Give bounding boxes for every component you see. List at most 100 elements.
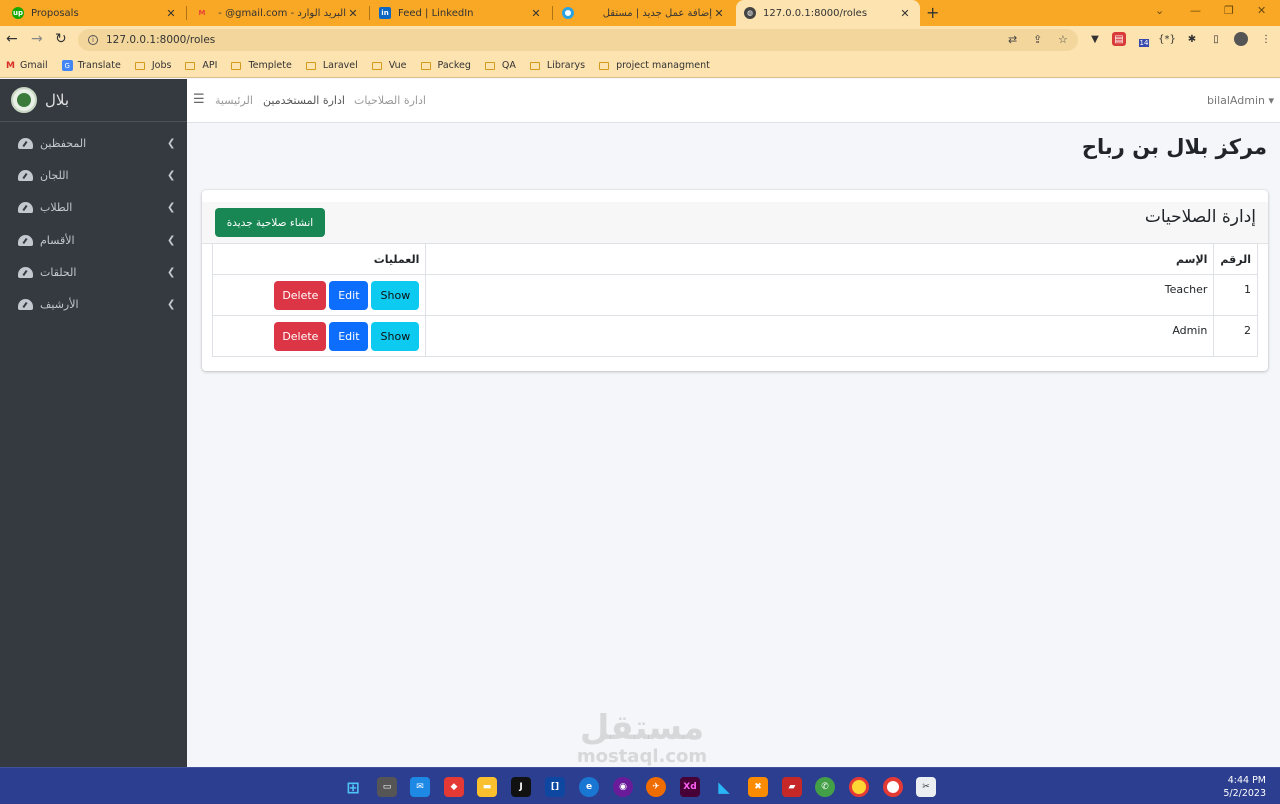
site-info-icon[interactable]: i xyxy=(88,35,98,45)
opera-icon[interactable] xyxy=(883,777,903,797)
translate-icon[interactable]: ⇄ xyxy=(1008,33,1017,46)
jetbrains-icon[interactable]: J xyxy=(511,777,531,797)
sidebar-item-students[interactable]: الطلاب ❮ xyxy=(0,191,187,223)
anydesk-icon[interactable]: ◆ xyxy=(444,777,464,797)
mail-icon[interactable]: ✉ xyxy=(410,777,430,797)
bookmark-gmail[interactable]: M Gmail xyxy=(6,60,48,71)
tab-proposals[interactable]: up Proposals ✕ xyxy=(4,0,186,26)
delete-button[interactable]: Delete xyxy=(274,322,327,351)
extension-v-icon[interactable]: ▼ xyxy=(1088,32,1102,46)
extensions-puzzle-icon[interactable]: ✱ xyxy=(1185,32,1199,46)
windows-start-icon[interactable]: ⊞ xyxy=(343,777,363,797)
github-icon[interactable]: ◉ xyxy=(613,777,633,797)
bookmark-project-managment[interactable]: project managment xyxy=(599,60,710,71)
share-icon[interactable]: ⇪ xyxy=(1033,33,1042,46)
task-view-icon[interactable]: ▭ xyxy=(377,777,397,797)
close-tab-icon[interactable]: ✕ xyxy=(712,7,726,20)
column-header-operations: العمليات xyxy=(211,243,427,275)
sidebar-item-label: الحلقات xyxy=(40,265,77,279)
folder-icon xyxy=(134,61,145,70)
tab-mostaql[interactable]: إضافة عمل جديد | مستقل ✕ xyxy=(554,0,734,26)
create-role-button[interactable]: انشاء صلاحية جديدة xyxy=(215,208,325,237)
adobe-xd-icon[interactable]: Xd xyxy=(680,777,700,797)
edit-button[interactable]: Edit xyxy=(329,322,369,351)
close-window-icon[interactable]: ✕ xyxy=(1257,4,1266,17)
minimize-icon[interactable]: — xyxy=(1190,4,1201,17)
role-name-cell: Teacher xyxy=(425,274,1215,316)
bookmark-laravel[interactable]: Laravel xyxy=(305,60,358,71)
back-icon[interactable]: ← xyxy=(6,31,18,47)
sidebar-item-departments[interactable]: الأقسام ❮ xyxy=(0,224,187,256)
show-button[interactable]: Show xyxy=(371,322,420,351)
new-tab-button[interactable]: + xyxy=(926,3,939,22)
bookmark-vue[interactable]: Vue xyxy=(371,60,407,71)
bookmark-label: Translate xyxy=(77,60,121,71)
address-bar[interactable]: i 127.0.0.1:8000/roles xyxy=(78,29,1078,51)
bookmark-star-icon[interactable]: ☆ xyxy=(1058,33,1068,46)
bookmark-templete[interactable]: Templete xyxy=(231,60,292,71)
bookmark-packeg[interactable]: Packeg xyxy=(420,60,471,71)
close-tab-icon[interactable]: ✕ xyxy=(529,7,543,20)
dashboard-gauge-icon xyxy=(18,298,33,310)
extension-code-icon[interactable]: {*} xyxy=(1158,32,1176,46)
profile-avatar[interactable] xyxy=(1234,32,1248,46)
xampp-icon[interactable]: ✖ xyxy=(748,777,768,797)
sidebar-item-memorizers[interactable]: المحفظين ❮ xyxy=(0,127,187,159)
forward-icon[interactable]: → xyxy=(31,31,43,47)
side-panel-icon[interactable]: ▯ xyxy=(1209,32,1223,46)
snipping-tool-icon[interactable]: ✂ xyxy=(916,777,936,797)
bookmark-translate[interactable]: G Translate xyxy=(61,60,121,71)
bookmark-api[interactable]: API xyxy=(185,60,217,71)
tab-roles-active[interactable]: ◍ 127.0.0.1:8000/roles ✕ xyxy=(736,0,920,26)
vscode-icon[interactable]: ◣ xyxy=(714,777,734,797)
browser-blue-icon[interactable]: e xyxy=(579,777,599,797)
reload-icon[interactable]: ↻ xyxy=(55,31,67,47)
extension-red-icon[interactable]: ▤ xyxy=(1112,32,1126,46)
sidebar-item-label: المحفظين xyxy=(40,136,87,150)
role-number-cell: 2 xyxy=(1213,315,1258,357)
folder-icon xyxy=(599,61,610,70)
brand-link[interactable]: بلال xyxy=(0,79,187,122)
whatsapp-icon[interactable]: ✆ xyxy=(815,777,835,797)
sidebar-item-archive[interactable]: الأرشيف ❮ xyxy=(0,288,187,320)
delete-button[interactable]: Delete xyxy=(274,281,327,310)
table-row: Delete Edit Show Admin 2 xyxy=(211,315,1258,357)
bookmark-librarys[interactable]: Librarys xyxy=(529,60,585,71)
table-row: Delete Edit Show Teacher 1 xyxy=(211,274,1258,316)
close-tab-icon[interactable]: ✕ xyxy=(346,7,360,20)
card-header: إدارة الصلاحيات انشاء صلاحية جديدة xyxy=(202,202,1268,244)
nav-link-roles[interactable]: ادارة الصلاحيات xyxy=(354,94,426,107)
menu-kebab-icon[interactable]: ⋮ xyxy=(1259,32,1273,46)
app-bracket-icon[interactable]: [] xyxy=(545,777,565,797)
chrome-icon[interactable] xyxy=(849,777,869,797)
windows-taskbar: ⊞ ▭ ✉ ◆ ▬ J [] e ◉ ✈ Xd ◣ ✖ ▰ ✆ ✂ 4:44 P… xyxy=(0,767,1280,804)
chevron-left-icon: ❮ xyxy=(167,169,176,181)
bookmark-jobs[interactable]: Jobs xyxy=(134,60,171,71)
postman-icon[interactable]: ✈ xyxy=(646,777,666,797)
close-tab-icon[interactable]: ✕ xyxy=(164,7,178,20)
show-button[interactable]: Show xyxy=(371,281,420,310)
extension-badge-icon[interactable]: 14 xyxy=(1137,32,1151,47)
chevron-left-icon: ❮ xyxy=(167,201,176,213)
hamburger-menu-icon[interactable]: ☰ xyxy=(193,92,205,107)
maximize-icon[interactable]: ❐ xyxy=(1224,4,1234,17)
edit-button[interactable]: Edit xyxy=(329,281,369,310)
sidebar-item-committees[interactable]: اللجان ❮ xyxy=(0,159,187,191)
nav-link-users[interactable]: ادارة المستخدمين xyxy=(263,94,345,107)
tab-linkedin[interactable]: in Feed | LinkedIn ✕ xyxy=(371,0,551,26)
bookmarks-bar: M Gmail G Translate Jobs API Templete Lara… xyxy=(0,54,1280,78)
mysql-icon[interactable]: ▰ xyxy=(782,777,802,797)
clock-date: 5/2/2023 xyxy=(1223,788,1266,799)
system-clock[interactable]: 4:44 PM 5/2/2023 xyxy=(1223,774,1266,800)
browser-toolbar: ← → ↻ i 127.0.0.1:8000/roles ⇄ ⇪ ☆ ▼ ▤ 1… xyxy=(0,26,1280,54)
close-tab-icon[interactable]: ✕ xyxy=(898,7,912,20)
tab-search-icon[interactable]: ⌄ xyxy=(1155,4,1164,17)
nav-link-home[interactable]: الرئيسية xyxy=(215,94,253,107)
folder-icon xyxy=(529,61,540,70)
file-explorer-icon[interactable]: ▬ xyxy=(477,777,497,797)
bookmark-qa[interactable]: QA xyxy=(484,60,516,71)
gmail-icon: M xyxy=(6,60,15,71)
tab-gmail[interactable]: M البريد الوارد - Gmail - @gmail.com ✕ xyxy=(188,0,368,26)
sidebar-item-circles[interactable]: الحلقات ❮ xyxy=(0,256,187,288)
user-menu-dropdown[interactable]: bilalAdmin ▾ xyxy=(1207,94,1274,107)
